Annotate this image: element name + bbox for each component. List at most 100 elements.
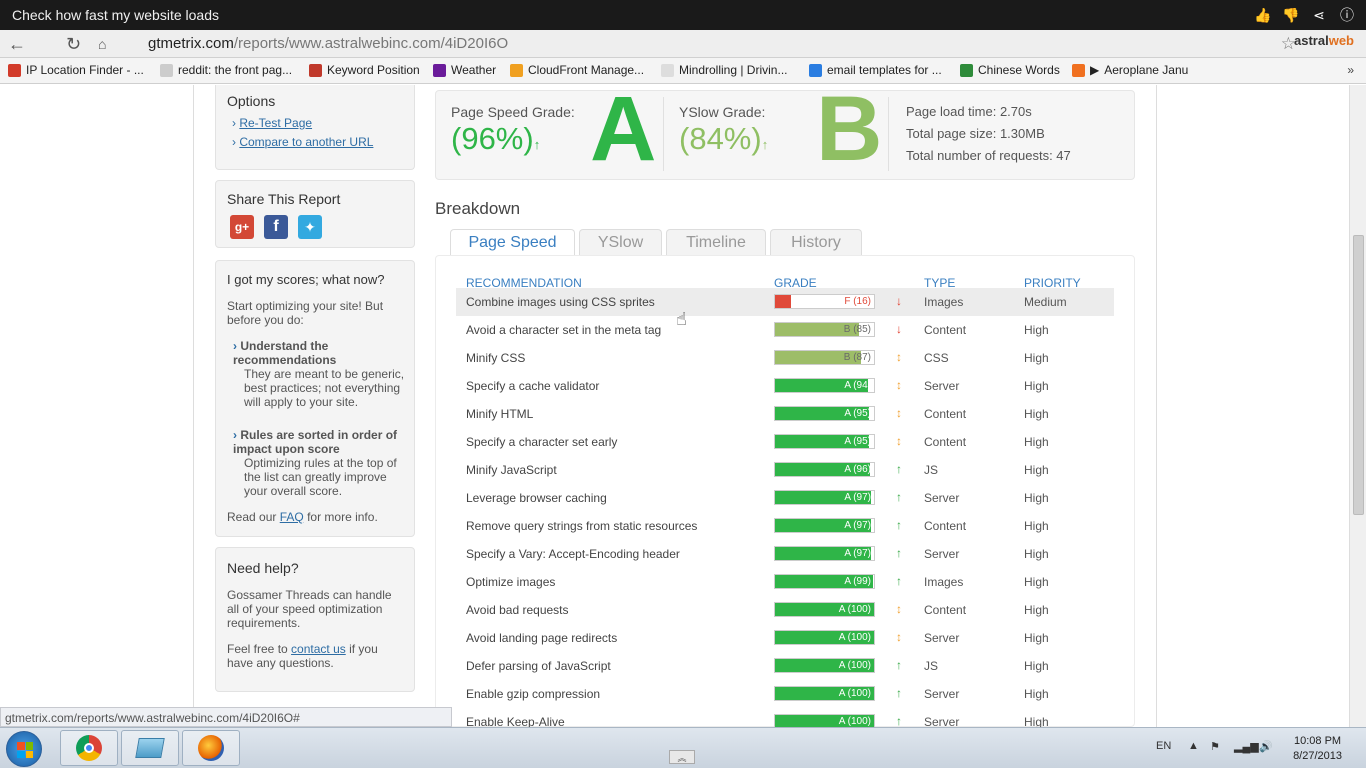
grade-bar: A (100) bbox=[774, 602, 875, 617]
recommendation-cell[interactable]: Remove query strings from static resourc… bbox=[466, 519, 697, 533]
contact-us-link[interactable]: contact us bbox=[291, 642, 346, 656]
taskbar-firefox[interactable] bbox=[182, 730, 240, 766]
trend-arrow-icon: ↑ bbox=[896, 714, 902, 727]
grade-bar: A (100) bbox=[774, 658, 875, 673]
grade-bar: A (95) bbox=[774, 406, 875, 421]
priority-cell: High bbox=[1024, 491, 1049, 505]
retest-link[interactable]: Re-Test Page bbox=[239, 116, 312, 130]
bookmark-ip-location[interactable]: IP Location Finder - ... bbox=[8, 63, 144, 77]
recommendation-cell[interactable]: Combine images using CSS sprites bbox=[466, 295, 655, 309]
action-center-icon[interactable]: ⚑ bbox=[1210, 740, 1220, 753]
recommendation-cell[interactable]: Enable gzip compression bbox=[466, 687, 600, 701]
table-row[interactable]: Optimize images A (99) ↑ Images High bbox=[456, 568, 1114, 596]
system-clock[interactable]: 10:08 PM 8/27/2013 bbox=[1293, 734, 1342, 764]
grade-bar: F (16) bbox=[774, 294, 875, 309]
type-cell: Images bbox=[924, 295, 964, 309]
recommendation-cell[interactable]: Specify a cache validator bbox=[466, 379, 599, 393]
recommendation-cell[interactable]: Specify a Vary: Accept-Encoding header bbox=[466, 547, 680, 561]
recommendation-cell[interactable]: Leverage browser caching bbox=[466, 491, 607, 505]
google-plus-icon[interactable]: g+ bbox=[230, 215, 254, 239]
video-title: Check how fast my website loads bbox=[12, 7, 219, 23]
contact-line: Feel free to contact us if you have any … bbox=[227, 642, 378, 670]
recommendation-cell[interactable]: Specify a character set early bbox=[466, 435, 617, 449]
recommendation-cell[interactable]: Avoid bad requests bbox=[466, 603, 569, 617]
bookmark-email-templates[interactable]: email templates for ... bbox=[809, 63, 942, 77]
twitter-icon[interactable]: ✦ bbox=[298, 215, 322, 239]
bookmark-keyword-position[interactable]: Keyword Position bbox=[309, 63, 420, 77]
taskbar-chrome[interactable] bbox=[60, 730, 118, 766]
bookmark-weather[interactable]: Weather bbox=[433, 63, 496, 77]
table-row[interactable]: Defer parsing of JavaScript A (100) ↑ JS Hig… bbox=[456, 652, 1114, 680]
table-row[interactable]: Remove query strings from static resourc… bbox=[456, 512, 1114, 540]
tab-page-speed[interactable]: Page Speed bbox=[450, 229, 575, 257]
compare-url-link[interactable]: Compare to another URL bbox=[239, 135, 373, 149]
bookmark-cloudfront[interactable]: CloudFront Manage... bbox=[510, 63, 644, 77]
start-button[interactable] bbox=[6, 731, 42, 767]
bookmark-mindrolling[interactable]: Mindrolling | Drivin... bbox=[661, 63, 787, 77]
recommendation-cell[interactable]: Defer parsing of JavaScript bbox=[466, 659, 611, 673]
back-arrow-icon[interactable]: ← bbox=[8, 34, 26, 55]
vertical-scrollbar[interactable] bbox=[1349, 85, 1366, 727]
grade-bar: A (94) bbox=[774, 378, 875, 393]
bookmark-chinese-words[interactable]: Chinese Words bbox=[960, 63, 1060, 77]
table-row[interactable]: Enable gzip compression A (100) ↑ Server Hig… bbox=[456, 680, 1114, 708]
table-row[interactable]: Avoid bad requests A (100) ↕ Content High bbox=[456, 596, 1114, 624]
tab-history[interactable]: History bbox=[770, 229, 862, 256]
more-bookmarks-icon[interactable]: » bbox=[1347, 63, 1354, 77]
trend-arrow-icon: ↑ bbox=[896, 546, 902, 560]
grade-bar: A (97) bbox=[774, 518, 875, 533]
recommendation-cell[interactable]: Avoid a character set in the meta tag bbox=[466, 323, 661, 337]
recommendation-cell[interactable]: Minify JavaScript bbox=[466, 463, 557, 477]
table-row[interactable]: Minify HTML A (95) ↕ Content High bbox=[456, 400, 1114, 428]
table-row[interactable]: Avoid a character set in the meta tag B (… bbox=[456, 316, 1114, 344]
tab-timeline[interactable]: Timeline bbox=[666, 229, 766, 256]
tray-expand-icon[interactable]: ▲ bbox=[1188, 740, 1199, 752]
recommendation-cell[interactable]: Minify CSS bbox=[466, 351, 525, 365]
scores-item-1: › Understand the recommendations They ar… bbox=[233, 339, 408, 409]
home-icon[interactable]: ⌂ bbox=[98, 36, 106, 52]
url-input[interactable]: gtmetrix.com/reports/www.astralwebinc.co… bbox=[148, 35, 508, 52]
reload-icon[interactable]: ↻ bbox=[66, 34, 81, 55]
share-icon[interactable]: ⋖ bbox=[1310, 6, 1328, 24]
language-indicator[interactable]: EN bbox=[1156, 740, 1171, 752]
grade-label: A (100) bbox=[838, 716, 871, 727]
grade-label: A (97) bbox=[844, 548, 871, 559]
taskbar-explorer[interactable] bbox=[121, 730, 179, 766]
volume-icon[interactable]: 🔊 bbox=[1259, 740, 1273, 753]
table-row[interactable]: Leverage browser caching A (97) ↑ Server Hig… bbox=[456, 484, 1114, 512]
table-row[interactable]: Specify a Vary: Accept-Encoding header A … bbox=[456, 540, 1114, 568]
scores-item-1-title: › Understand the recommendations bbox=[233, 339, 337, 367]
scrollbar-thumb[interactable] bbox=[1353, 235, 1364, 515]
yslow-grade-percent: (84%)↑ bbox=[679, 121, 769, 156]
extension-logo[interactable]: astralweb bbox=[1294, 33, 1354, 48]
table-row[interactable]: Avoid landing page redirects A (100) ↕ Serv… bbox=[456, 624, 1114, 652]
info-icon[interactable]: ⓘ bbox=[1338, 6, 1356, 24]
table-row[interactable]: Enable Keep-Alive A (100) ↑ Server High bbox=[456, 708, 1114, 727]
table-row[interactable]: Minify CSS B (87) ↕ CSS High bbox=[456, 344, 1114, 372]
faq-link[interactable]: FAQ bbox=[280, 510, 304, 524]
bookmark-aeroplane[interactable]: ▶ Aeroplane Janu bbox=[1072, 63, 1188, 77]
network-icon[interactable]: ▂▄▆ bbox=[1234, 740, 1259, 753]
facebook-icon[interactable]: f bbox=[264, 215, 288, 239]
table-row[interactable]: Combine images using CSS sprites F (16) ↓ I… bbox=[456, 288, 1114, 316]
grade-label: A (95) bbox=[844, 436, 871, 447]
bookmark-reddit[interactable]: reddit: the front pag... bbox=[160, 63, 292, 77]
bookmark-icon bbox=[160, 63, 173, 77]
show-more-icon[interactable]: ︽ bbox=[669, 750, 695, 764]
recommendation-cell[interactable]: Avoid landing page redirects bbox=[466, 631, 617, 645]
recommendation-cell[interactable]: Minify HTML bbox=[466, 407, 533, 421]
table-row[interactable]: Specify a cache validator A (94) ↕ Server Hi… bbox=[456, 372, 1114, 400]
chrome-icon bbox=[76, 735, 102, 761]
url-host: gtmetrix.com bbox=[148, 35, 234, 52]
table-row[interactable]: Minify JavaScript A (96) ↑ JS High bbox=[456, 456, 1114, 484]
up-arrow-icon: ↑ bbox=[761, 137, 769, 152]
recommendation-cell[interactable]: Optimize images bbox=[466, 575, 555, 589]
folder-icon bbox=[135, 738, 165, 758]
tab-yslow[interactable]: YSlow bbox=[579, 229, 662, 256]
url-path: /reports/www.astralwebinc.com/4iD20I6O bbox=[233, 35, 509, 52]
thumbs-up-icon[interactable]: 👍 bbox=[1254, 6, 1272, 24]
thumbs-down-icon[interactable]: 👎 bbox=[1282, 6, 1300, 24]
table-row[interactable]: Specify a character set early A (95) ↕ Cont… bbox=[456, 428, 1114, 456]
recommendation-cell[interactable]: Enable Keep-Alive bbox=[466, 715, 565, 727]
type-cell: Server bbox=[924, 687, 960, 701]
